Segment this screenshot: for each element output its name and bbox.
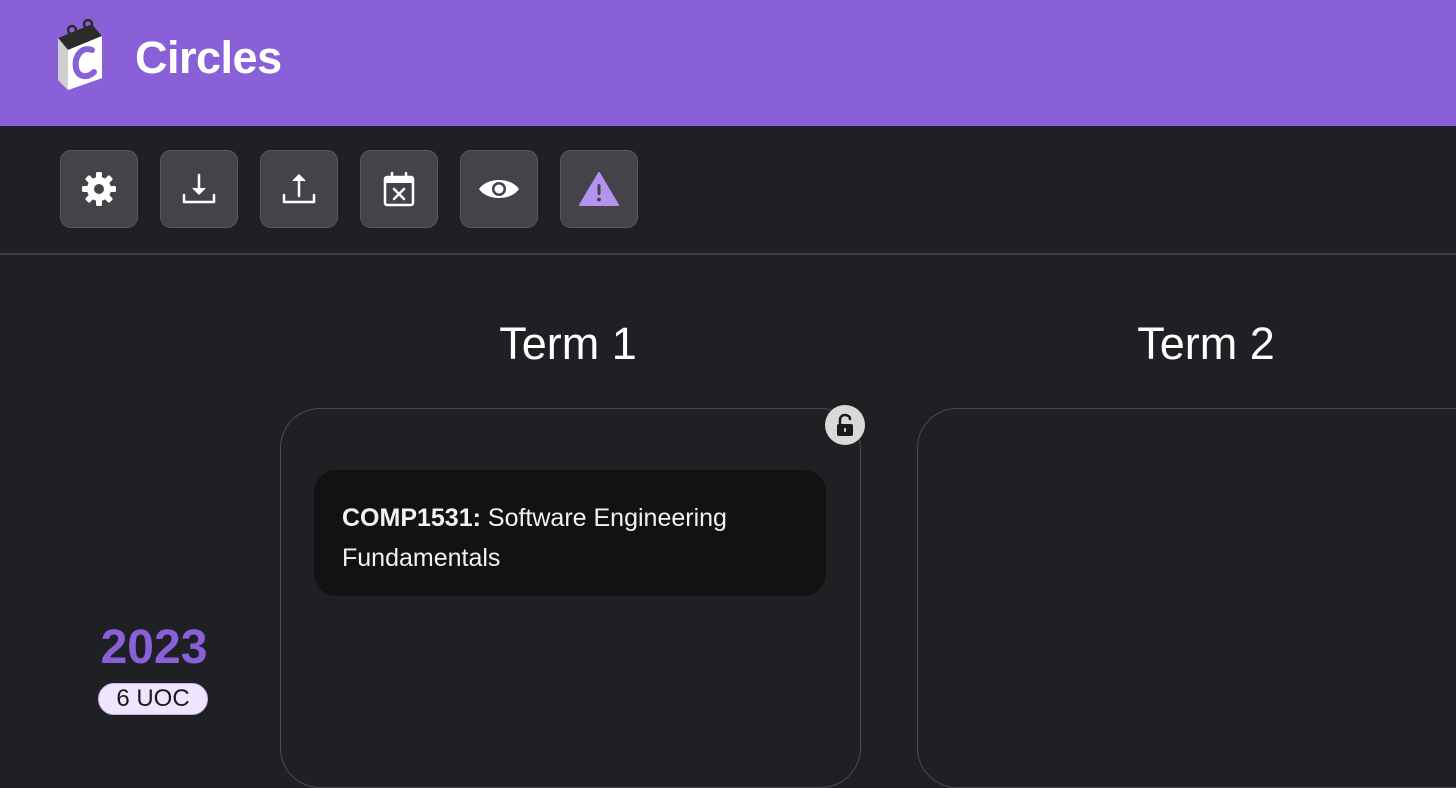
toolbar	[0, 126, 1456, 255]
download-button[interactable]	[160, 150, 238, 228]
settings-button[interactable]	[60, 150, 138, 228]
term-1-dropzone[interactable]	[280, 408, 861, 788]
warning-icon	[579, 172, 619, 206]
upload-button[interactable]	[260, 150, 338, 228]
app-title: Circles	[135, 32, 282, 83]
term-2-dropzone[interactable]	[917, 408, 1456, 788]
calendar-x-icon	[383, 171, 415, 207]
year-label: 2023	[100, 621, 208, 674]
upload-icon	[282, 174, 316, 204]
course-card[interactable]: COMP1531: Software Engineering Fundament…	[314, 470, 826, 596]
eye-icon	[479, 180, 519, 198]
warnings-button[interactable]	[560, 150, 638, 228]
clear-plan-button[interactable]	[360, 150, 438, 228]
uoc-badge: 6 UOC	[98, 683, 208, 715]
app-header: Circles	[0, 0, 1456, 126]
term-1-title: Term 1	[499, 318, 637, 369]
gear-icon	[82, 172, 116, 206]
unlock-icon[interactable]	[825, 405, 865, 445]
download-icon	[182, 173, 216, 204]
term-2-title: Term 2	[1137, 318, 1275, 369]
course-code: COMP1531:	[342, 504, 481, 532]
toggle-visibility-button[interactable]	[460, 150, 538, 228]
circles-logo-icon[interactable]	[52, 16, 108, 92]
